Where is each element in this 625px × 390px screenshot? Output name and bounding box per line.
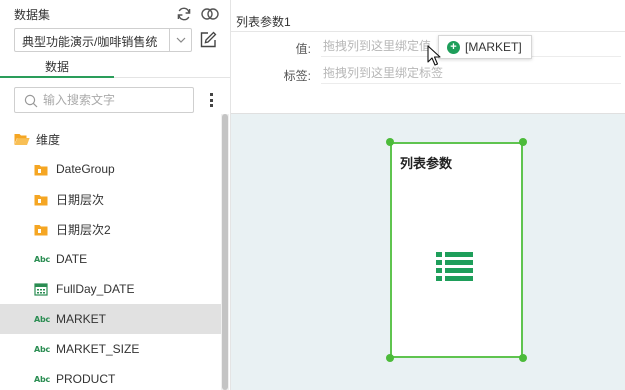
dataset-switch-icon[interactable] (201, 5, 219, 23)
component-title: 列表参数 (400, 156, 453, 171)
tree-item-date-hierarchy[interactable]: 日期层次 (0, 184, 221, 214)
properties-title: 列表参数1 (236, 15, 291, 29)
folder-icon (34, 222, 50, 236)
resize-handle-top-right[interactable] (519, 138, 527, 146)
tree-item-date[interactable]: Abc DATE (0, 244, 221, 274)
search-input[interactable] (43, 92, 188, 108)
dataset-select-value: 典型功能演示/咖啡销售统 (22, 35, 158, 49)
tree-item-label: MARKET (56, 312, 107, 326)
calendar-icon (34, 282, 50, 296)
search-icon (24, 94, 38, 108)
tree-item-label: FullDay_DATE (56, 282, 135, 296)
tree-root-dimension[interactable]: 维度 (0, 124, 221, 154)
panel-tabs: 数据 (0, 58, 230, 78)
tree-item-label: MARKET_SIZE (56, 342, 140, 356)
tree-item-label: 日期层次 (56, 192, 105, 207)
list-icon (436, 252, 473, 281)
edit-dataset-icon[interactable] (198, 28, 218, 52)
tree-item-label: 日期层次2 (56, 222, 111, 237)
search-row (14, 87, 219, 113)
chevron-down-icon[interactable] (169, 29, 191, 51)
tree-item-dategroup[interactable]: DateGroup (0, 154, 221, 184)
field-tree: 维度 DateGroup 日期层次 日期层次2 Abc DATE FullDay… (0, 124, 221, 390)
mouse-cursor-icon (427, 45, 441, 66)
tree-item-market-size[interactable]: Abc MARKET_SIZE (0, 334, 221, 364)
folder-open-icon (14, 132, 30, 146)
folder-icon (34, 162, 50, 176)
tree-scrollbar[interactable] (221, 114, 229, 390)
tree-item-label: DATE (56, 252, 88, 266)
tag-label: 标签: (283, 69, 311, 83)
scrollbar-thumb[interactable] (222, 114, 228, 390)
tree-root-label: 维度 (36, 132, 61, 147)
tree-item-market[interactable]: Abc MARKET (0, 304, 221, 334)
tree-item-label: DateGroup (56, 162, 115, 176)
drag-chip-market[interactable]: + [MARKET] (438, 35, 532, 59)
resize-handle-top-left[interactable] (386, 138, 394, 146)
tree-item-product[interactable]: Abc PRODUCT (0, 364, 221, 390)
refresh-icon[interactable] (175, 5, 193, 23)
dataset-title: 数据集 (14, 8, 51, 22)
dataset-header-actions (175, 5, 219, 23)
dataset-select[interactable]: 典型功能演示/咖啡销售统 (14, 28, 192, 52)
dataset-header: 数据集 (14, 6, 219, 22)
resize-handle-bottom-left[interactable] (386, 354, 394, 362)
more-options-icon[interactable] (207, 92, 215, 108)
tab-data[interactable]: 数据 (0, 58, 114, 78)
abc-icon: Abc (34, 254, 51, 264)
properties-panel: 列表参数1 值: 拖拽列到这里绑定值 标签: 拖拽列到这里绑定标签 + [MAR… (231, 0, 625, 114)
abc-icon: Abc (34, 374, 51, 384)
resize-handle-bottom-right[interactable] (519, 354, 527, 362)
value-label: 值: (295, 42, 311, 56)
dataset-select-row: 典型功能演示/咖啡销售统 (14, 28, 219, 52)
tag-drop-zone[interactable]: 拖拽列到这里绑定标签 (321, 62, 621, 84)
dataset-panel: 数据集 典型功能演示/咖啡销售统 数据 输入搜索文字 维度 DateGroup … (0, 0, 231, 390)
design-area: 列表参数1 值: 拖拽列到这里绑定值 标签: 拖拽列到这里绑定标签 + [MAR… (231, 0, 625, 390)
divider (231, 31, 625, 32)
tree-item-date-hierarchy-2[interactable]: 日期层次2 (0, 214, 221, 244)
abc-icon: Abc (34, 344, 51, 354)
folder-icon (34, 192, 50, 206)
list-parameter-component[interactable]: 列表参数 (390, 142, 523, 358)
tree-item-fullday-date[interactable]: FullDay_DATE (0, 274, 221, 304)
drag-chip-label: [MARKET] (465, 40, 522, 54)
abc-icon: Abc (34, 314, 51, 324)
search-box (14, 87, 194, 113)
tree-item-label: PRODUCT (56, 372, 116, 386)
add-plus-icon: + (447, 40, 460, 54)
